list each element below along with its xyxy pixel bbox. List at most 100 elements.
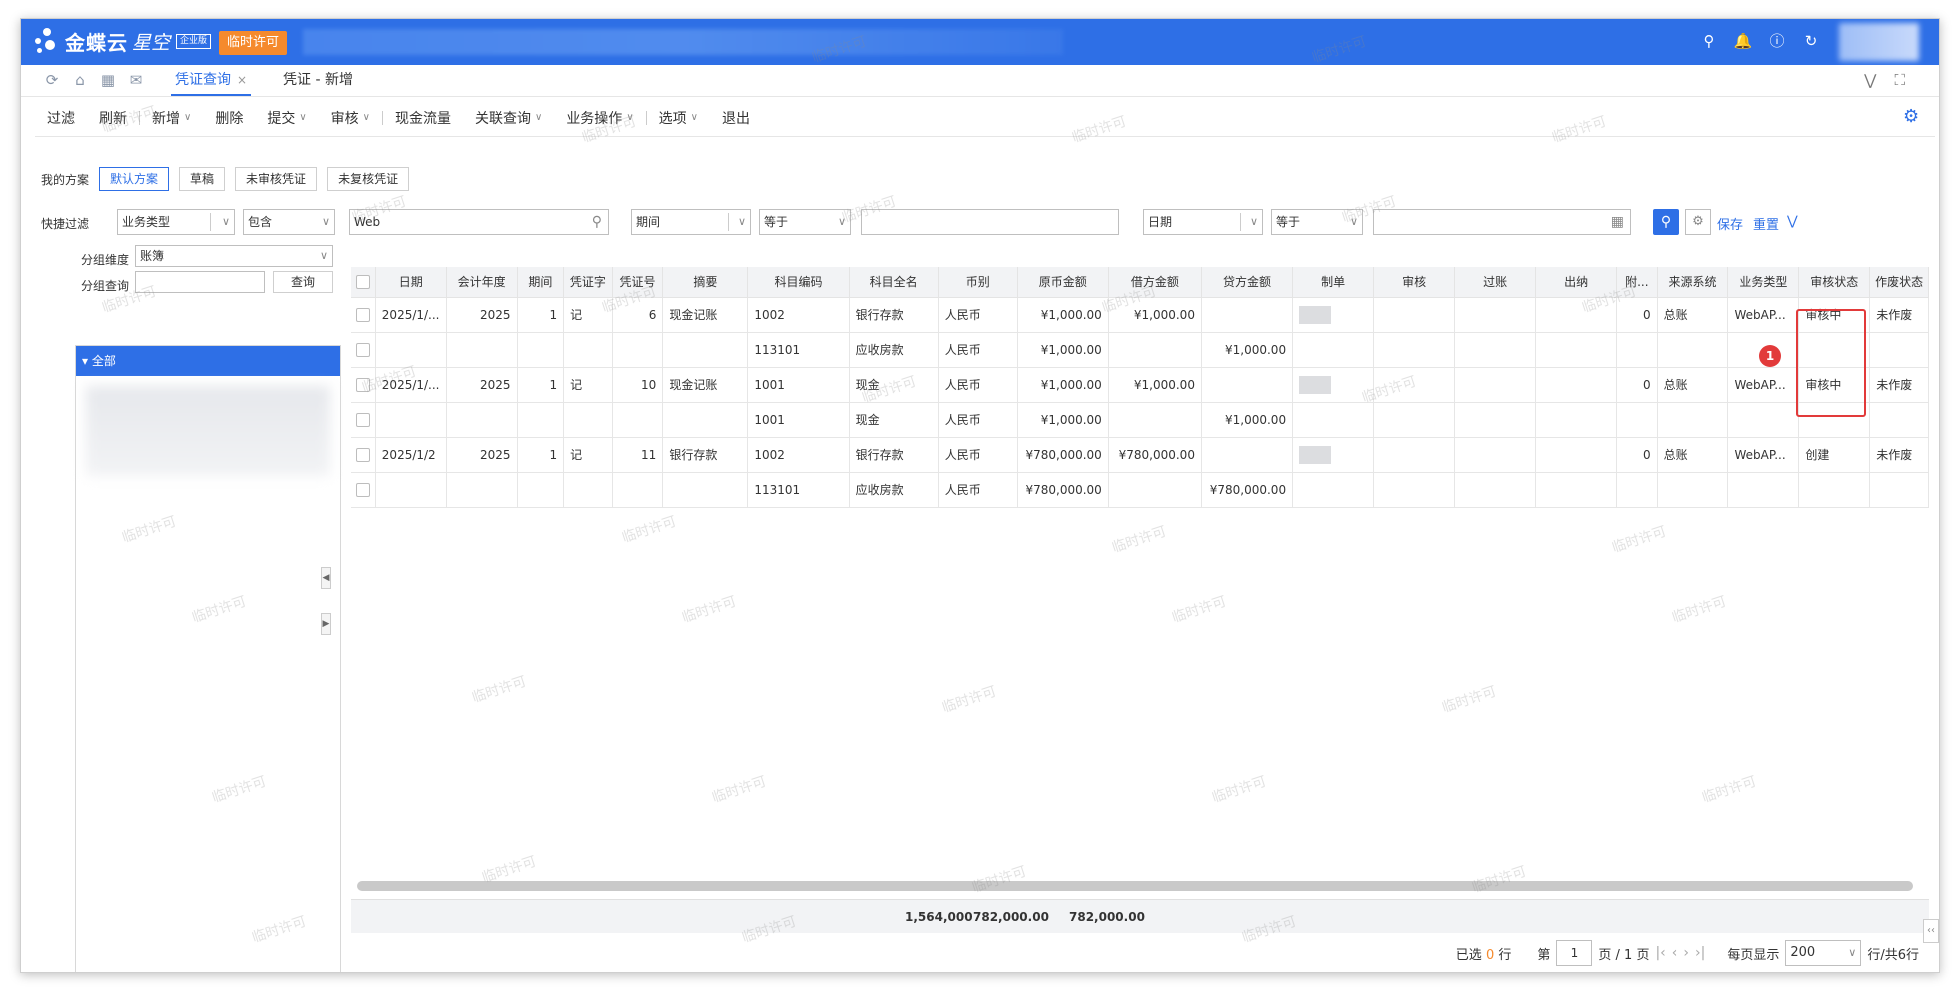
column-header[interactable]: 币别 xyxy=(938,267,1018,298)
exit-button[interactable]: 退出 xyxy=(710,108,762,128)
scheme-default-button[interactable]: 默认方案 xyxy=(99,167,170,191)
expand-right-handle[interactable]: ▶ xyxy=(321,613,331,635)
submit-button[interactable]: 提交 ∨ xyxy=(255,108,318,128)
chat-icon[interactable]: ✉ xyxy=(127,71,145,89)
table-row[interactable]: 2025/1/2 2025 1 记 11 银行存款 1002 银行存款 人民币 ¥780,000.… xyxy=(351,437,1929,473)
chevron-down-double-icon[interactable]: ⋁ xyxy=(1864,71,1876,89)
row-checkbox[interactable] xyxy=(351,437,376,473)
table-row[interactable]: 2025/1/... 2025 1 记 10 现金记账 1001 现金 人民币 ¥1,000.00… xyxy=(351,367,1929,403)
logo[interactable]: 金蝶云 星空 企业版 xyxy=(33,25,212,57)
tab-voucher-query[interactable]: 凭证查询 × xyxy=(171,65,252,96)
cell-credit: ¥780,000.00 xyxy=(1201,472,1294,508)
scheme-unreviewed-button[interactable]: 未复核凭证 xyxy=(327,167,410,191)
column-header[interactable]: 凭证号 xyxy=(612,267,664,298)
table-row[interactable]: 113101 应收房款 人民币 ¥1,000.00 ¥1,000.00 xyxy=(351,332,1929,368)
last-page-icon[interactable]: ›| xyxy=(1695,945,1705,961)
page-number-input[interactable]: 1 xyxy=(1556,940,1593,966)
tab-voucher-new[interactable]: 凭证 - 新增 xyxy=(283,65,353,96)
cell-orig: ¥780,000.00 xyxy=(1017,472,1109,508)
search-button[interactable]: ⚲ xyxy=(1653,209,1679,235)
period-operator-select[interactable]: 等于 ∨ xyxy=(759,209,851,235)
column-header[interactable]: 贷方金额 xyxy=(1201,267,1294,298)
help-icon[interactable]: ⓘ xyxy=(1767,31,1787,51)
save-link[interactable]: 保存 xyxy=(1717,214,1743,233)
column-header[interactable]: 摘要 xyxy=(662,267,749,298)
filter-button[interactable]: 过滤 xyxy=(35,108,87,128)
column-header[interactable]: 出纳 xyxy=(1535,267,1618,298)
date-field-select[interactable]: 日期 ∨ xyxy=(1143,209,1263,235)
column-header[interactable]: 期间 xyxy=(517,267,565,298)
cash-flow-button[interactable]: 现金流量 xyxy=(383,108,463,128)
group-query-input[interactable] xyxy=(135,271,265,293)
column-header[interactable]: 审核状态 xyxy=(1798,267,1871,298)
user-avatar[interactable] xyxy=(1839,23,1919,61)
group-dimension-select[interactable]: 账簿 ∨ xyxy=(135,245,333,267)
scheme-draft-button[interactable]: 草稿 xyxy=(179,167,226,191)
row-checkbox[interactable] xyxy=(351,367,376,403)
options-button[interactable]: 选项 ∨ xyxy=(647,108,710,128)
delete-button[interactable]: 删除 xyxy=(203,108,255,128)
new-button[interactable]: 新增 ∨ xyxy=(140,108,203,128)
column-header[interactable]: 会计年度 xyxy=(446,267,518,298)
column-header[interactable]: 附... xyxy=(1616,267,1658,298)
column-header[interactable]: 日期 xyxy=(375,267,447,298)
cell-account: 银行存款 xyxy=(849,437,939,473)
column-header[interactable]: 审核 xyxy=(1373,267,1456,298)
related-query-button[interactable]: 关联查询 ∨ xyxy=(463,108,554,128)
select-all-checkbox[interactable] xyxy=(351,267,376,298)
expand-chevron-icon[interactable]: ⋁ xyxy=(1787,214,1798,229)
column-header[interactable]: 制单 xyxy=(1292,267,1375,298)
per-page-select[interactable]: 200 ∨ xyxy=(1785,940,1862,966)
row-checkbox[interactable] xyxy=(351,472,376,508)
filter-value-input[interactable]: Web ⚲ xyxy=(349,209,609,235)
tree-root-all[interactable]: ▾ 全部 xyxy=(76,346,340,376)
reset-link[interactable]: 重置 xyxy=(1753,214,1779,233)
next-page-icon[interactable]: › xyxy=(1683,945,1689,961)
column-header[interactable]: 凭证字 xyxy=(563,267,613,298)
column-header[interactable]: 业务类型 xyxy=(1727,267,1800,298)
audit-button[interactable]: 审核 ∨ xyxy=(319,108,382,128)
apps-icon[interactable]: ▦ xyxy=(99,71,117,89)
prev-page-icon[interactable]: ‹ xyxy=(1672,945,1678,961)
fullscreen-icon[interactable]: ⛶ xyxy=(1894,71,1905,89)
refresh-button[interactable]: 刷新 xyxy=(87,108,139,128)
top-bar: 金蝶云 星空 企业版 临时许可 ⚲ 🔔 ⓘ ↻ xyxy=(21,19,1939,65)
period-field-select[interactable]: 期间 ∨ xyxy=(631,209,751,235)
date-value-input[interactable]: ▦ xyxy=(1373,209,1631,235)
home-icon[interactable]: ⌂ xyxy=(71,71,89,89)
table-row[interactable]: 1001 现金 人民币 ¥1,000.00 ¥1,000.00 xyxy=(351,402,1929,438)
sync-icon[interactable]: ⟳ xyxy=(43,71,61,89)
first-page-icon[interactable]: |‹ xyxy=(1655,945,1665,961)
column-header[interactable]: 原币金额 xyxy=(1017,267,1109,298)
filter-field-select[interactable]: 业务类型 ∨ xyxy=(117,209,235,235)
scheme-unaudited-button[interactable]: 未审核凭证 xyxy=(235,167,318,191)
side-panel-toggle[interactable]: ‹‹ xyxy=(1923,919,1939,943)
search-icon[interactable]: ⚲ xyxy=(1699,31,1719,51)
table-row[interactable]: 113101 应收房款 人民币 ¥780,000.00 ¥780,000.00 xyxy=(351,472,1929,508)
filter-settings-button[interactable]: ⚙ xyxy=(1685,209,1711,235)
table-row[interactable]: 2025/1/... 2025 1 记 6 现金记账 1002 银行存款 人民币 ¥1,000.0… xyxy=(351,297,1929,333)
horizontal-scrollbar[interactable] xyxy=(357,881,1913,891)
gear-icon[interactable]: ⚙ xyxy=(1903,107,1923,127)
row-checkbox[interactable] xyxy=(351,402,376,438)
column-header[interactable]: 过账 xyxy=(1454,267,1537,298)
period-value-input[interactable] xyxy=(861,209,1119,235)
column-header[interactable]: 作废状态 xyxy=(1869,267,1929,298)
bell-icon[interactable]: 🔔 xyxy=(1733,31,1753,51)
cell-word: 记 xyxy=(563,437,613,473)
row-checkbox[interactable] xyxy=(351,297,376,333)
refresh-icon[interactable]: ↻ xyxy=(1801,31,1821,51)
collapse-left-handle[interactable]: ◀ xyxy=(321,567,331,589)
column-header[interactable]: 科目编码 xyxy=(747,267,850,298)
close-icon[interactable]: × xyxy=(237,73,247,87)
date-operator-select[interactable]: 等于 ∨ xyxy=(1271,209,1363,235)
group-query-button[interactable]: 查询 xyxy=(273,271,333,293)
business-ops-button[interactable]: 业务操作 ∨ xyxy=(554,108,645,128)
filter-operator-select[interactable]: 包含 ∨ xyxy=(243,209,335,235)
license-tag[interactable]: 临时许可 xyxy=(219,31,288,55)
column-header[interactable]: 来源系统 xyxy=(1657,267,1729,298)
column-header[interactable]: 科目全名 xyxy=(849,267,939,298)
row-checkbox[interactable] xyxy=(351,332,376,368)
blurred-maker xyxy=(1299,375,1332,394)
column-header[interactable]: 借方金额 xyxy=(1108,267,1202,298)
